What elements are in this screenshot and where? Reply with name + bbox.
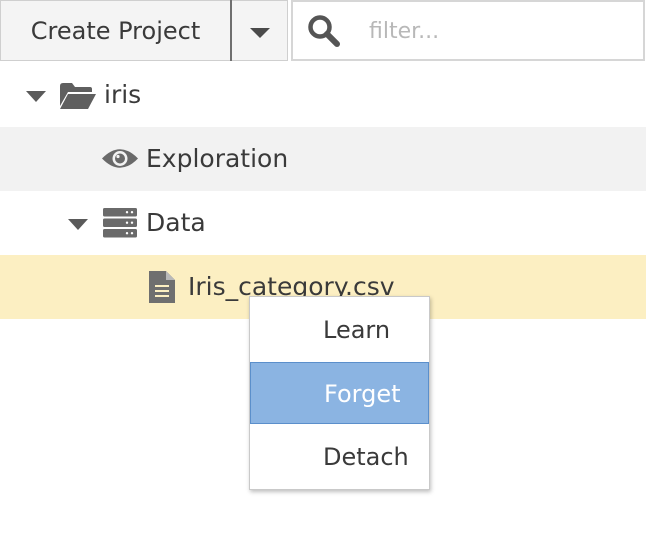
create-project-dropdown-button[interactable] xyxy=(232,0,288,61)
menu-item-learn[interactable]: Learn xyxy=(250,299,429,361)
project-label: iris xyxy=(104,80,142,109)
filter-box xyxy=(291,0,645,61)
caret-down-icon[interactable] xyxy=(68,219,88,230)
search-icon xyxy=(308,15,340,47)
exploration-label: Exploration xyxy=(146,144,289,173)
eye-icon xyxy=(102,149,138,168)
menu-item-detach[interactable]: Detach xyxy=(250,426,429,488)
caret-down-icon xyxy=(250,28,270,38)
caret-down-icon[interactable] xyxy=(26,91,46,102)
menu-item-forget[interactable]: Forget xyxy=(250,362,429,424)
tree-item-iris[interactable]: iris xyxy=(0,63,646,127)
toolbar: Create Project xyxy=(0,0,646,62)
server-icon xyxy=(103,208,137,238)
tree-item-exploration[interactable]: Exploration xyxy=(0,127,646,191)
folder-open-icon xyxy=(60,83,96,109)
filter-input[interactable] xyxy=(369,10,629,52)
create-project-button[interactable]: Create Project xyxy=(0,0,230,61)
file-text-icon xyxy=(149,271,175,303)
data-folder-label: Data xyxy=(146,208,206,237)
tree-item-data[interactable]: Data xyxy=(0,191,646,255)
context-menu: Learn Forget Detach xyxy=(249,296,430,490)
